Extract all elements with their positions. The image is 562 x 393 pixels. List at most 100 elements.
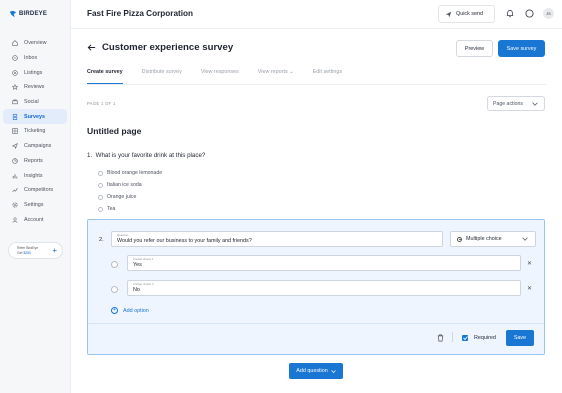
brand-logo[interactable]: BIRDEYE (9, 10, 47, 18)
tab-view-reports[interactable]: View reports ⌄ (258, 69, 294, 84)
sidebar-item-label: Account (24, 216, 44, 223)
add-question-button[interactable]: Add question (289, 363, 343, 379)
sidebar-item-reviews[interactable]: Reviews (3, 80, 67, 95)
sidebar-item-label: Ticketing (24, 128, 46, 135)
radio-button[interactable] (98, 170, 103, 176)
page-actions-dropdown[interactable]: Page actions (487, 96, 545, 111)
chat-icon[interactable] (525, 9, 534, 18)
question-type-select[interactable]: Multiple choice (450, 231, 536, 247)
field-value: Yes (133, 262, 142, 268)
sidebar-item-inbox[interactable]: Inbox (3, 51, 67, 66)
sidebar-nav: Overview Inbox Listings Reviews Social S… (3, 36, 67, 227)
survey-icon (12, 114, 18, 120)
answer-choice-1-field[interactable]: Answer choice 1 Yes (127, 255, 521, 271)
sidebar: BIRDEYE Overview Inbox Listings Reviews … (0, 0, 71, 393)
send-icon (445, 11, 452, 17)
list-item[interactable]: Italian ice soda (98, 179, 162, 191)
ticket-icon (12, 128, 18, 135)
quick-send-button[interactable]: Quick send (438, 5, 495, 23)
radio-button (111, 261, 118, 268)
list-item[interactable]: Blood orange lemonade (98, 167, 162, 179)
bell-icon[interactable] (506, 9, 514, 18)
gear-icon (12, 202, 18, 208)
divider (452, 332, 453, 342)
check-icon (462, 336, 468, 340)
refer-birdeye-card[interactable]: Refer BirdEye Get $250 + (8, 242, 63, 259)
add-option-label: Add option (123, 307, 149, 314)
page-indicator: PAGE 1 OF 1 (87, 101, 116, 106)
sidebar-item-ticketing[interactable]: Ticketing (3, 124, 67, 139)
chevron-down-icon (532, 102, 538, 106)
chevron-down-icon: ⌄ (289, 69, 294, 75)
sidebar-item-insights[interactable]: Insights (3, 168, 67, 183)
sidebar-item-account[interactable]: Account (3, 212, 67, 227)
sidebar-item-listings[interactable]: Listings (3, 65, 67, 80)
field-label: Answer choice 1 (133, 257, 154, 261)
page-name[interactable]: Untitled page (87, 126, 141, 136)
list-item[interactable]: Orange juice (98, 191, 162, 203)
save-survey-button[interactable]: Save survey (498, 40, 545, 57)
sidebar-item-label: Overview (24, 40, 47, 47)
sidebar-item-reports[interactable]: Reports (3, 154, 67, 169)
radio-button[interactable] (98, 182, 103, 188)
home-icon (12, 40, 18, 47)
reports-icon (12, 158, 18, 164)
field-label: Answer choice 2 (133, 282, 154, 286)
divider (88, 323, 544, 324)
survey-tabs: Create survey Distribute survey View res… (87, 69, 361, 84)
avatar[interactable]: JS (543, 8, 554, 19)
trend-icon (12, 188, 18, 193)
sidebar-item-settings[interactable]: Settings (3, 198, 67, 213)
tab-view-responses[interactable]: View responses (201, 69, 239, 84)
add-question-label: Add question (296, 368, 328, 374)
quick-send-label: Quick send (456, 11, 483, 17)
sidebar-item-label: Campaigns (24, 143, 52, 150)
star-icon (12, 84, 18, 91)
back-arrow-icon[interactable] (87, 43, 96, 52)
page-title: Customer experience survey (102, 42, 234, 53)
tab-distribute-survey[interactable]: Distribute survey (142, 69, 182, 84)
required-checkbox[interactable] (462, 335, 468, 341)
answer-choice-2-field[interactable]: Answer choice 2 No (127, 280, 521, 296)
preview-button[interactable]: Preview (456, 40, 493, 57)
question-1-options: Blood orange lemonade Italian ice soda O… (98, 167, 162, 215)
save-question-button[interactable]: Save (506, 330, 534, 346)
plus-icon: + (111, 307, 118, 314)
radio-button (111, 286, 118, 293)
sidebar-item-label: Social (24, 99, 39, 106)
sidebar-item-label: Reviews (24, 84, 45, 91)
social-icon (12, 99, 18, 105)
field-value: Would you refer our business to your fam… (117, 238, 252, 244)
brand-name: BIRDEYE (19, 11, 48, 17)
sidebar-item-label: Competitors (24, 187, 54, 194)
sidebar-item-label: Settings (24, 201, 44, 208)
question-2-editor: 2. Question Would you refer our business… (87, 219, 545, 355)
chevron-down-icon (330, 369, 336, 373)
page-actions-label: Page actions (493, 100, 523, 107)
question-text-field[interactable]: Question Would you refer our business to… (111, 231, 443, 247)
sidebar-item-overview[interactable]: Overview (3, 36, 67, 51)
sidebar-item-social[interactable]: Social (3, 95, 67, 110)
question-1-text[interactable]: 1. What is your favorite drink at this p… (87, 152, 205, 159)
sidebar-item-campaigns[interactable]: Campaigns (3, 139, 67, 154)
close-icon[interactable]: ✕ (527, 260, 532, 267)
radio-icon (457, 236, 462, 242)
trash-icon[interactable] (437, 334, 444, 342)
question-type-label: Multiple choice (466, 236, 502, 242)
tab-edit-settings[interactable]: Edit settings (313, 69, 342, 84)
user-icon (12, 217, 18, 223)
close-icon[interactable]: ✕ (527, 285, 532, 292)
inbox-icon (12, 55, 18, 61)
radio-button[interactable] (98, 206, 103, 212)
sidebar-item-label: Insights (24, 172, 43, 179)
insights-icon (12, 173, 18, 178)
tab-create-survey[interactable]: Create survey (87, 69, 123, 84)
sidebar-item-surveys[interactable]: Surveys (3, 109, 67, 125)
sidebar-item-competitors[interactable]: Competitors (3, 183, 67, 198)
plus-icon: + (52, 246, 57, 255)
radio-button[interactable] (98, 194, 103, 200)
sidebar-item-label: Reports (24, 157, 43, 164)
add-option-button[interactable]: + Add option (111, 307, 149, 314)
list-item[interactable]: Tea (98, 203, 162, 215)
company-name: Fast Fire Pizza Corporation (87, 9, 193, 18)
